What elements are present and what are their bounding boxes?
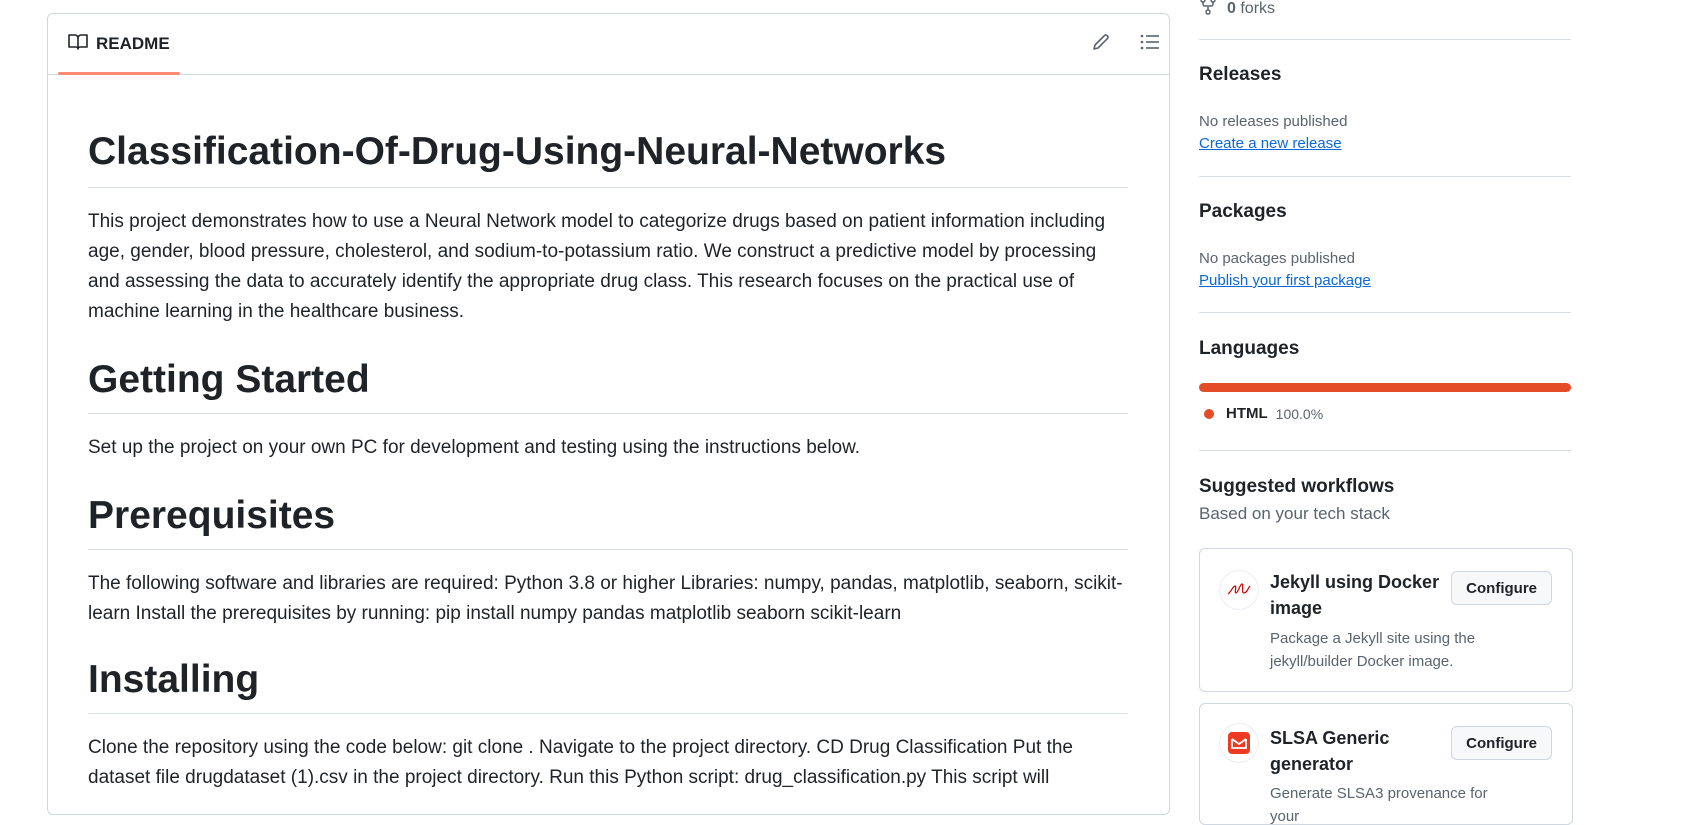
readme-panel: README Classification-Of-Drug-Using-Neur… xyxy=(47,13,1170,815)
pencil-icon xyxy=(1091,32,1111,57)
prerequisites-text: The following software and libraries are… xyxy=(88,573,1123,624)
language-color-dot xyxy=(1204,408,1214,419)
workflow-title: Jekyll using Docker image xyxy=(1270,572,1440,618)
configure-button[interactable]: Configure xyxy=(1451,726,1552,760)
readme-title: Classification-Of-Drug-Using-Neural-Netw… xyxy=(88,130,947,173)
heading-installing: Installing xyxy=(88,658,260,701)
installing-text: Clone the repository using the code belo… xyxy=(88,737,1073,788)
language-item-html[interactable]: HTML 100.0% xyxy=(1204,405,1323,422)
workflow-description: Generate SLSA3 provenance for your xyxy=(1270,785,1488,825)
workflow-card: SLSA Generic generator Generate SLSA3 pr… xyxy=(1199,703,1573,825)
outline-button[interactable] xyxy=(1137,31,1163,57)
languages-heading: Languages xyxy=(1199,338,1300,359)
list-icon xyxy=(1140,33,1160,56)
releases-heading[interactable]: Releases xyxy=(1199,64,1281,86)
workflows-subheading: Based on your tech stack xyxy=(1199,504,1390,523)
divider xyxy=(88,713,1128,714)
publish-package-link[interactable]: Publish your first package xyxy=(1199,272,1371,289)
book-icon xyxy=(68,33,88,56)
readme-header: README xyxy=(48,14,1169,75)
forks-link[interactable]: 0 forks xyxy=(1199,0,1275,20)
language-name: HTML xyxy=(1226,405,1268,422)
configure-button[interactable]: Configure xyxy=(1451,571,1552,605)
edit-button[interactable] xyxy=(1088,31,1114,57)
forks-label: forks xyxy=(1240,0,1276,17)
language-bar[interactable] xyxy=(1199,383,1571,392)
divider xyxy=(1199,312,1571,313)
divider xyxy=(88,549,1128,550)
forks-count: 0 xyxy=(1227,0,1236,17)
heading-prerequisites: Prerequisites xyxy=(88,494,336,537)
getting-started-text: Set up the project on your own PC for de… xyxy=(88,437,861,458)
readme-tab[interactable]: README xyxy=(58,14,180,75)
readme-tab-label: README xyxy=(96,34,170,53)
divider xyxy=(88,187,1128,188)
releases-empty-text: No releases published xyxy=(1199,113,1348,130)
create-release-link[interactable]: Create a new release xyxy=(1199,135,1342,152)
packages-heading[interactable]: Packages xyxy=(1199,201,1287,223)
packages-empty-text: No packages published xyxy=(1199,250,1355,267)
workflow-title: SLSA Generic generator xyxy=(1270,728,1390,774)
divider xyxy=(1199,176,1571,177)
jekyll-logo xyxy=(1220,571,1258,609)
language-percent: 100.0% xyxy=(1275,405,1324,422)
slsa-logo xyxy=(1220,724,1258,762)
workflow-description: Package a Jekyll site using the jekyll/b… xyxy=(1270,630,1476,670)
heading-getting-started: Getting Started xyxy=(88,358,370,401)
workflow-card: Jekyll using Docker image Package a Jeky… xyxy=(1199,548,1573,692)
divider xyxy=(1199,450,1571,451)
workflows-heading: Suggested workflows xyxy=(1199,476,1395,497)
intro-paragraph: This project demonstrates how to use a N… xyxy=(88,211,1106,322)
divider xyxy=(88,413,1128,414)
readme-content: Classification-Of-Drug-Using-Neural-Netw… xyxy=(88,74,1128,793)
fork-icon xyxy=(1199,0,1217,20)
divider xyxy=(1199,39,1571,40)
